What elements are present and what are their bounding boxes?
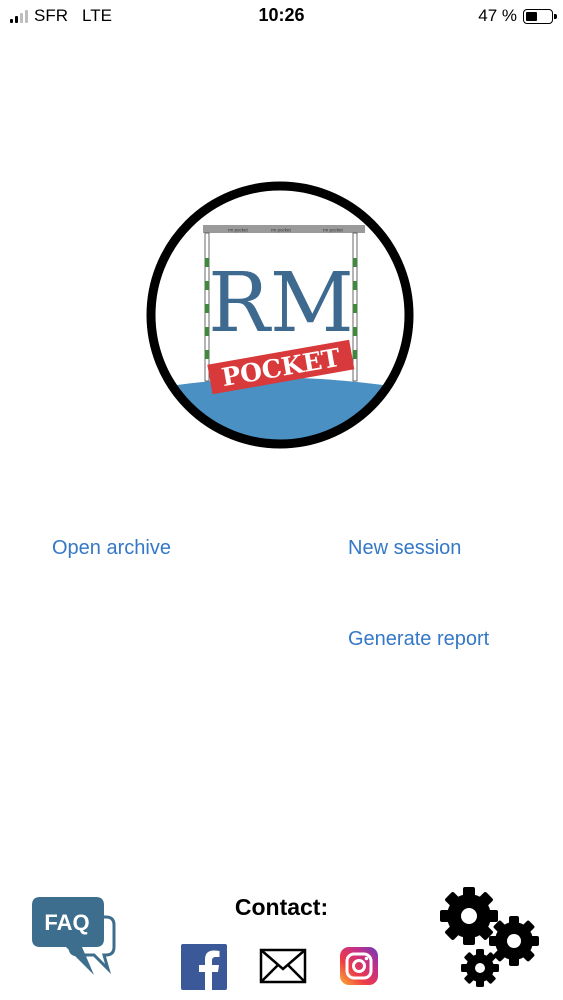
rm-pocket-logo: rm pocket rm pocket rm pocket RM POCKET xyxy=(146,181,414,449)
facebook-icon[interactable] xyxy=(181,944,227,990)
status-right: 47 % xyxy=(478,6,557,26)
crossbar-label: rm pocket xyxy=(323,228,344,233)
new-session-button[interactable]: New session xyxy=(348,537,461,560)
generate-report-button[interactable]: Generate report xyxy=(348,628,489,651)
crossbar-label: rm pocket xyxy=(228,228,249,233)
status-bar: SFR LTE 10:26 47 % xyxy=(0,0,563,34)
battery-icon xyxy=(523,8,557,24)
settings-gears-icon[interactable] xyxy=(438,885,542,989)
open-archive-button[interactable]: Open archive xyxy=(52,537,171,560)
battery-percentage: 47 % xyxy=(478,6,517,25)
mail-icon[interactable] xyxy=(259,948,307,984)
faq-label: FAQ xyxy=(44,910,89,935)
crossbar-label: rm pocket xyxy=(271,228,292,233)
faq-icon[interactable]: FAQ xyxy=(30,895,116,979)
instagram-icon[interactable] xyxy=(340,947,378,985)
logo-rm-text: RM xyxy=(208,256,354,351)
